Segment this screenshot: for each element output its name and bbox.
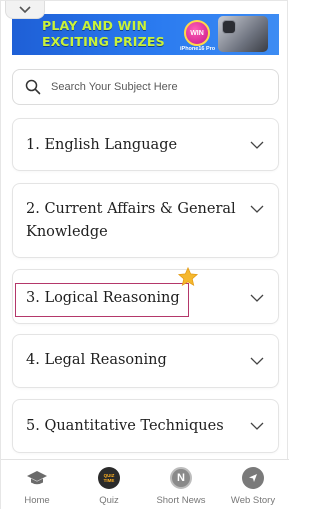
graduation-cap-icon [26, 467, 48, 489]
nav-home[interactable]: Home [1, 460, 73, 509]
subject-card-english[interactable]: 1. English Language [12, 118, 279, 171]
search-bar[interactable] [12, 69, 279, 105]
subject-label: 5. Quantitative Techniques [26, 418, 224, 434]
nav-label: Short News [156, 495, 206, 506]
subject-card-logical-reasoning[interactable]: 3. Logical Reasoning [12, 269, 279, 324]
bottom-navigation: Home QUIZ TIME Quiz N Short News Web Sto… [1, 459, 289, 509]
nav-quiz[interactable]: QUIZ TIME Quiz [73, 460, 145, 509]
nav-label: Home [24, 495, 50, 506]
subject-label: 4. Legal Reasoning [26, 352, 167, 368]
nav-label: Web Story [230, 495, 276, 506]
news-badge-text: N [177, 472, 185, 484]
subject-card-quantitative-techniques[interactable]: 5. Quantitative Techniques [12, 399, 279, 453]
news-n-icon: N [170, 467, 192, 489]
nav-label: Quiz [99, 495, 119, 506]
chevron-down-icon [250, 141, 264, 149]
subject-label: 2. Current Affairs & General [26, 201, 236, 217]
collapse-banner-button[interactable] [5, 1, 45, 19]
chevron-down-icon [250, 422, 264, 430]
compass-icon [242, 467, 264, 489]
promo-banner[interactable]: PLAY AND WIN EXCITING PRIZES WIN iPhone1… [12, 14, 279, 55]
quiz-time-icon: QUIZ TIME [98, 467, 120, 489]
search-input[interactable] [51, 81, 261, 93]
search-icon [25, 79, 41, 95]
banner-line1: PLAY AND WIN [42, 18, 148, 33]
quiz-badge-text: QUIZ TIME [103, 473, 115, 483]
subject-label: 1. English Language [26, 137, 178, 153]
subject-card-legal-reasoning[interactable]: 4. Legal Reasoning [12, 334, 279, 388]
nav-web-story[interactable]: Web Story [217, 460, 289, 509]
phone-camera-icon [222, 20, 236, 34]
nav-short-news[interactable]: N Short News [145, 460, 217, 509]
subject-card-current-affairs[interactable]: 2. Current Affairs & General Knowledge [12, 183, 279, 258]
chevron-down-icon [19, 5, 31, 13]
subject-label: 3. Logical Reasoning [26, 290, 180, 306]
chevron-down-icon [250, 357, 264, 365]
star-icon [177, 266, 199, 287]
win-badge-icon: WIN [184, 20, 210, 46]
banner-headline: PLAY AND WIN EXCITING PRIZES [42, 18, 192, 50]
phone-label: iPhone16 Pro [180, 46, 216, 52]
subject-label-line2: Knowledge [26, 224, 108, 240]
chevron-down-icon [250, 205, 264, 213]
chevron-down-icon [250, 294, 264, 302]
banner-line2: EXCITING PRIZES [42, 34, 165, 49]
